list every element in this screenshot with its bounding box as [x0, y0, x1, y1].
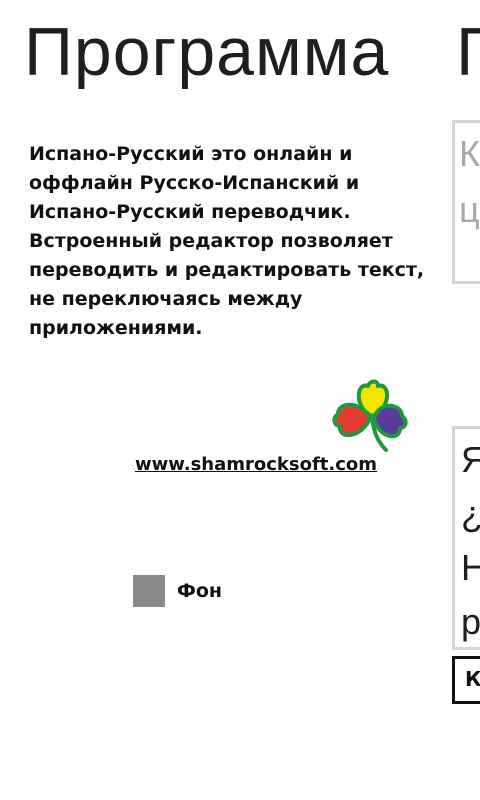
next-panel-input-box[interactable]: К ц: [452, 120, 480, 284]
about-page: Программа П Испано-Русский это онлайн и …: [0, 0, 480, 800]
input-placeholder-line-2: ц: [459, 189, 480, 230]
background-label: Фон: [177, 580, 223, 602]
output-line-4: р: [461, 601, 480, 642]
next-panel-title[interactable]: П: [456, 12, 480, 94]
output-line-2: ¿: [461, 493, 480, 535]
background-color-swatch[interactable]: [133, 575, 165, 607]
next-panel-output-box[interactable]: Я ¿ Н р: [452, 426, 480, 650]
app-description: Испано-Русский это онлайн и оффлайн Русс…: [29, 143, 425, 339]
next-panel-button[interactable]: К: [452, 656, 480, 704]
next-panel-button-label: К: [465, 667, 480, 691]
page-title: Программа: [24, 14, 390, 90]
shamrock-logo-icon: [332, 379, 408, 452]
background-option[interactable]: Фон: [133, 575, 222, 607]
output-line-3: Н: [461, 547, 480, 589]
input-placeholder-line-1: К: [459, 133, 480, 174]
output-line-1: Я: [461, 439, 480, 481]
website-link[interactable]: www.shamrocksoft.com: [135, 454, 377, 475]
